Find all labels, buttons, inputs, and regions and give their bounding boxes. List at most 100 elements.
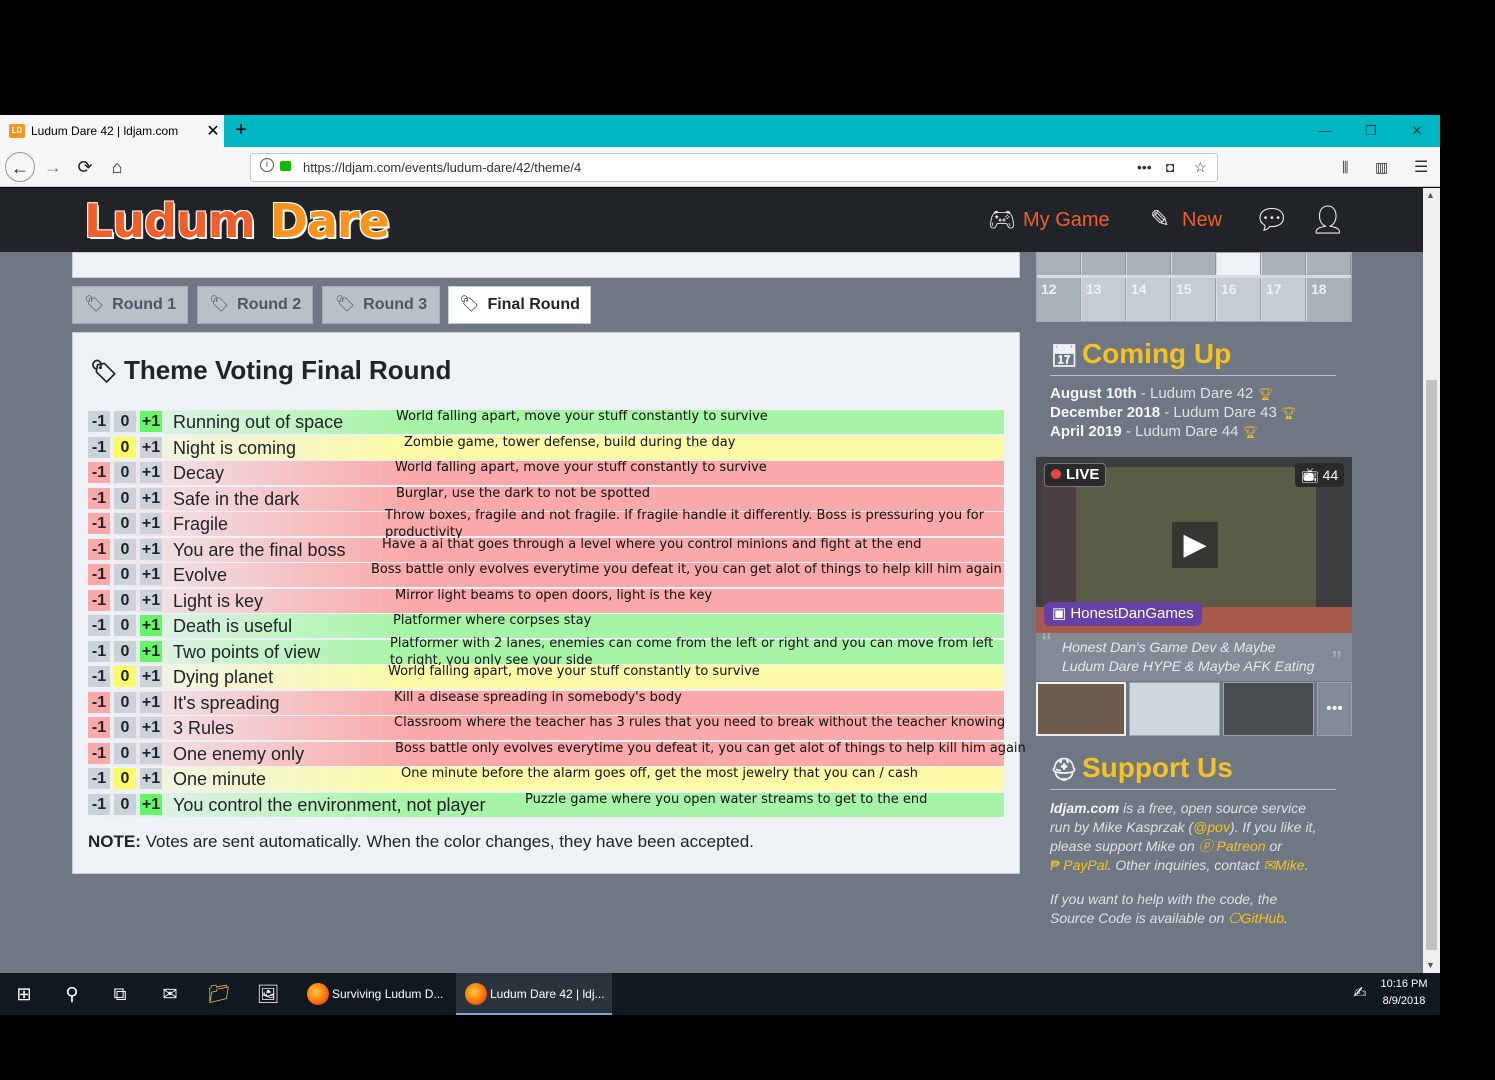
vote-down-button[interactable]: -1: [88, 691, 110, 713]
vote-up-button[interactable]: +1: [140, 717, 162, 738]
vote-up-button[interactable]: +1: [140, 640, 162, 662]
vote-neutral-button[interactable]: 0: [114, 487, 136, 509]
calendar-cell[interactable]: [1082, 253, 1126, 275]
vote-up-button[interactable]: +1: [140, 411, 162, 432]
vote-neutral-button[interactable]: 0: [114, 589, 136, 611]
calendar-cell[interactable]: [1037, 253, 1081, 275]
vote-down-button[interactable]: -1: [88, 564, 110, 585]
site-info-icon[interactable]: i: [260, 158, 274, 172]
gamepad-icon[interactable]: 🎮︎: [988, 203, 1016, 237]
search-icon[interactable]: ⚲: [52, 978, 92, 1010]
pencil-icon[interactable]: ✎: [1150, 203, 1170, 237]
calendar-cell[interactable]: [1172, 253, 1216, 275]
vote-up-button[interactable]: +1: [140, 742, 162, 764]
calendar-day[interactable]: 13: [1082, 278, 1126, 321]
taskbar-app-active[interactable]: Ludum Dare 42 | ldj...: [456, 973, 612, 1015]
vote-down-button[interactable]: -1: [88, 411, 110, 432]
patreon-link[interactable]: Patreon: [1217, 838, 1266, 854]
vote-up-button[interactable]: +1: [140, 691, 162, 713]
app-icon[interactable]: 🖼︎: [248, 978, 288, 1010]
vote-up-button[interactable]: +1: [140, 666, 162, 687]
paypal-link[interactable]: PayPal: [1063, 857, 1107, 873]
vote-down-button[interactable]: -1: [88, 793, 110, 815]
ludum-dare-logo[interactable]: Ludum Dare: [84, 194, 390, 248]
vote-up-button[interactable]: +1: [140, 793, 162, 815]
vote-down-button[interactable]: -1: [88, 462, 110, 483]
vote-down-button[interactable]: -1: [88, 538, 110, 560]
mail-app-icon[interactable]: ✉: [150, 978, 190, 1010]
vote-neutral-button[interactable]: 0: [114, 564, 136, 585]
vote-up-button[interactable]: +1: [140, 436, 162, 458]
calendar-day[interactable]: 12: [1037, 278, 1081, 321]
calendar-day[interactable]: 14: [1127, 278, 1171, 321]
stream-thumbnail[interactable]: [1223, 682, 1314, 736]
vote-up-button[interactable]: +1: [140, 589, 162, 611]
home-icon[interactable]: ⌂: [102, 152, 132, 182]
mike-link[interactable]: Mike: [1275, 857, 1305, 873]
calendar-day[interactable]: 16: [1217, 278, 1261, 321]
tab-round-3[interactable]: 🏷︎ Round 3: [322, 286, 440, 324]
event-item[interactable]: April 2019 - Ludum Dare 44 🏆︎: [1050, 423, 1258, 440]
user-avatar-icon[interactable]: 👤︎: [1310, 203, 1346, 237]
calendar-cell[interactable]: [1217, 253, 1261, 275]
new-link[interactable]: New: [1182, 205, 1222, 235]
stream-thumbnail[interactable]: [1036, 682, 1126, 736]
vote-neutral-button[interactable]: 0: [114, 615, 136, 636]
browser-tab[interactable]: LD Ludum Dare 42 | ldjam.com ✕: [0, 115, 224, 147]
my-game-link[interactable]: My Game: [1023, 205, 1110, 235]
scroll-down-icon[interactable]: ▼: [1426, 960, 1435, 970]
vote-neutral-button[interactable]: 0: [114, 768, 136, 789]
vote-down-button[interactable]: -1: [88, 717, 110, 738]
vote-down-button[interactable]: -1: [88, 487, 110, 509]
windows-start-icon[interactable]: ⊞: [4, 978, 44, 1010]
pov-link[interactable]: @pov: [1193, 819, 1230, 835]
maximize-button[interactable]: ❐: [1348, 115, 1394, 147]
file-explorer-icon[interactable]: 📁︎: [199, 978, 239, 1010]
vote-neutral-button[interactable]: 0: [114, 691, 136, 713]
back-icon[interactable]: ←: [5, 152, 35, 182]
vote-neutral-button[interactable]: 0: [114, 411, 136, 432]
bookmark-star-icon[interactable]: ☆: [1194, 153, 1207, 182]
system-clock[interactable]: 10:16 PM 8/9/2018: [1374, 976, 1434, 1010]
sidebar-toggle-icon[interactable]: ▥: [1375, 153, 1388, 182]
calendar-day[interactable]: 17: [1262, 278, 1306, 321]
menu-icon[interactable]: ☰: [1414, 153, 1428, 182]
vote-up-button[interactable]: +1: [140, 513, 162, 534]
vote-neutral-button[interactable]: 0: [114, 742, 136, 764]
calendar-cell[interactable]: [1262, 253, 1306, 275]
calendar-day[interactable]: 15: [1172, 278, 1216, 321]
calendar-day[interactable]: 18: [1307, 278, 1351, 321]
close-tab-icon[interactable]: ✕: [202, 121, 224, 141]
vote-neutral-button[interactable]: 0: [114, 538, 136, 560]
vote-up-button[interactable]: +1: [140, 487, 162, 509]
vote-down-button[interactable]: -1: [88, 742, 110, 764]
minimize-button[interactable]: —: [1302, 115, 1348, 147]
forward-icon[interactable]: →: [38, 152, 68, 182]
vote-neutral-button[interactable]: 0: [114, 666, 136, 687]
vote-neutral-button[interactable]: 0: [114, 513, 136, 534]
vote-up-button[interactable]: +1: [140, 462, 162, 483]
calendar-cell[interactable]: [1307, 253, 1351, 275]
more-streams-button[interactable]: •••: [1317, 682, 1352, 736]
stream-channel[interactable]: ▣ HonestDanGames: [1044, 602, 1202, 626]
library-icon[interactable]: ⫼: [1342, 153, 1348, 182]
close-window-button[interactable]: ✕: [1394, 115, 1440, 147]
event-item[interactable]: December 2018 - Ludum Dare 43 🏆︎: [1050, 404, 1296, 421]
scroll-up-icon[interactable]: ▲: [1426, 190, 1435, 200]
vote-neutral-button[interactable]: 0: [114, 717, 136, 738]
vote-up-button[interactable]: +1: [140, 564, 162, 585]
vote-neutral-button[interactable]: 0: [114, 793, 136, 815]
stream-thumbnail[interactable]: [1129, 682, 1220, 736]
task-view-icon[interactable]: ⧉: [100, 978, 140, 1010]
vote-down-button[interactable]: -1: [88, 768, 110, 789]
vote-down-button[interactable]: -1: [88, 589, 110, 611]
chat-bubble-icon[interactable]: 💬︎: [1254, 203, 1290, 237]
vote-neutral-button[interactable]: 0: [114, 462, 136, 483]
reload-icon[interactable]: ⟳: [70, 152, 100, 182]
calendar-cell[interactable]: [1127, 253, 1171, 275]
vote-down-button[interactable]: -1: [88, 513, 110, 534]
vote-down-button[interactable]: -1: [88, 436, 110, 458]
vote-down-button[interactable]: -1: [88, 640, 110, 662]
play-icon[interactable]: ▶: [1172, 522, 1218, 568]
vote-up-button[interactable]: +1: [140, 768, 162, 789]
